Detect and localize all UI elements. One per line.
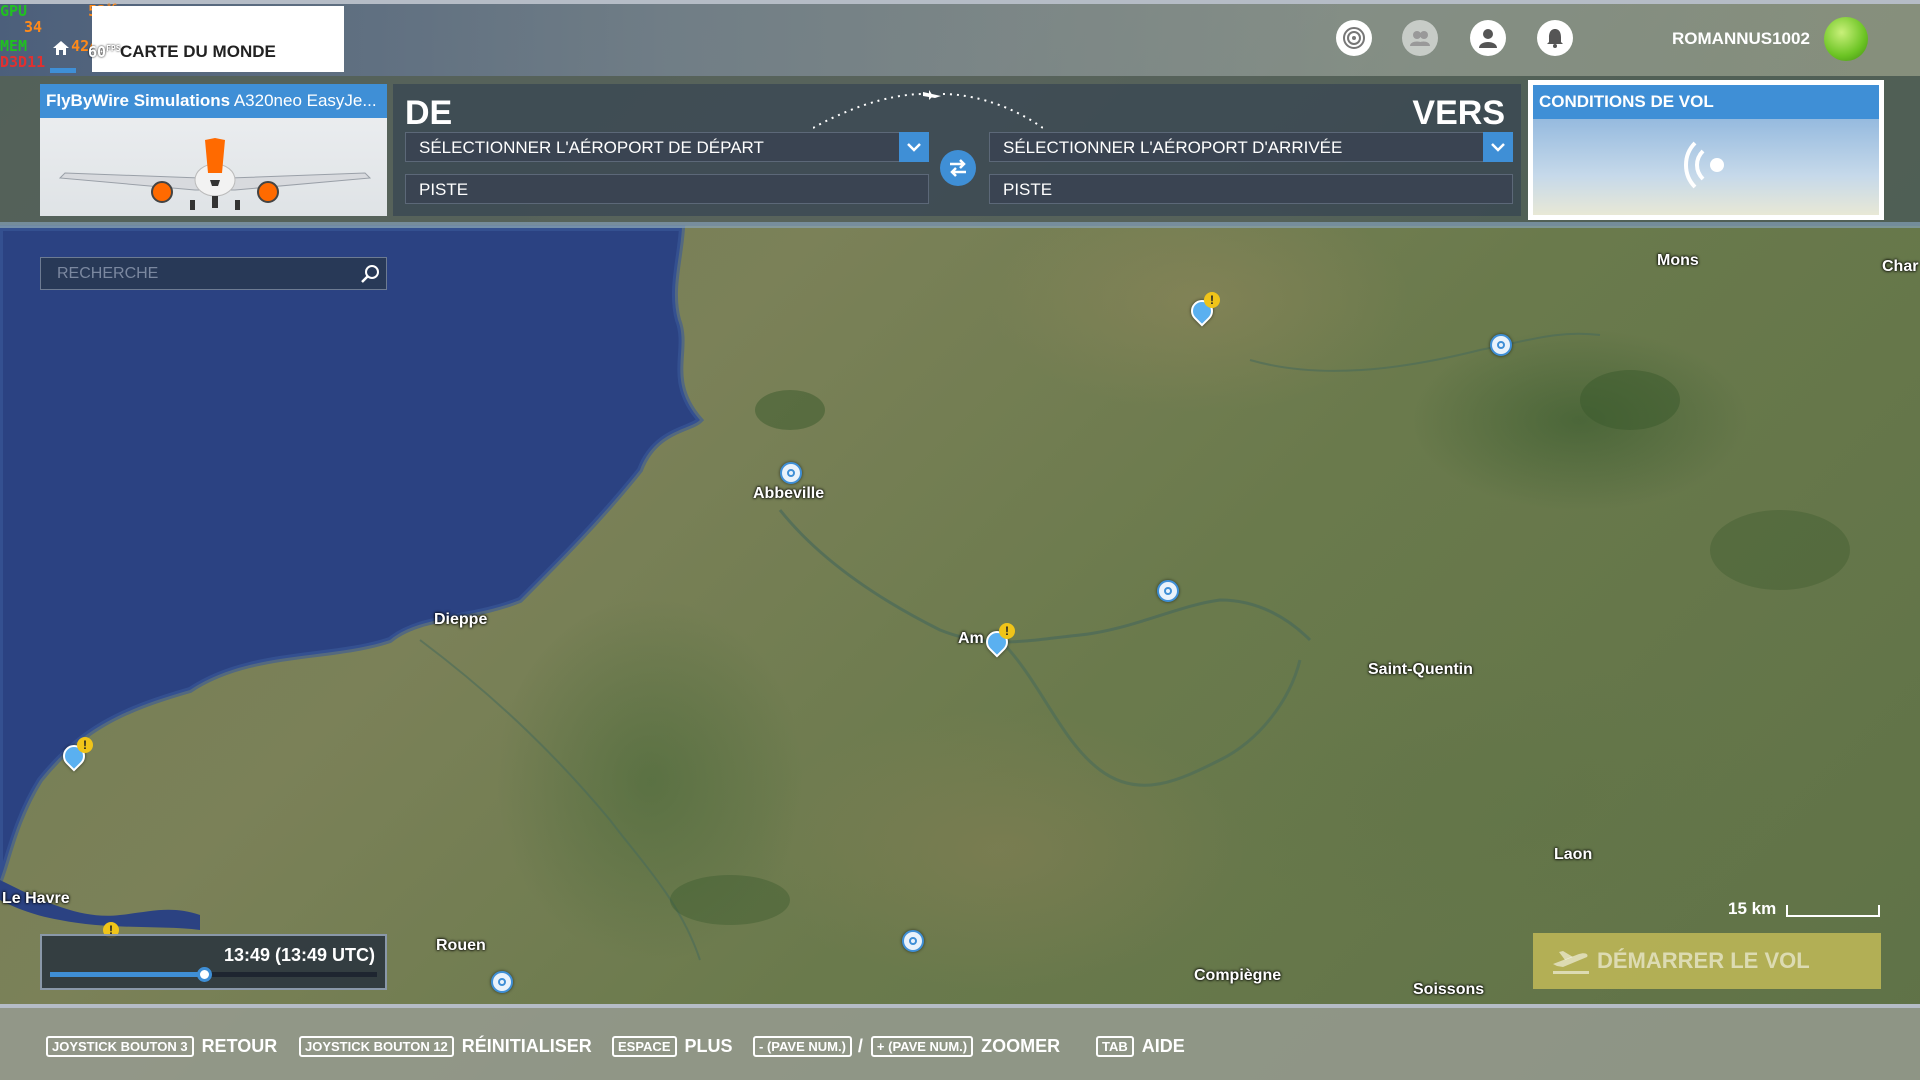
- hint-key: JOYSTICK BOUTON 3: [46, 1036, 194, 1057]
- activity-icon[interactable]: [1336, 20, 1372, 56]
- hint-zoom[interactable]: - (PAVE NUM.) / + (PAVE NUM.) ZOOMER: [753, 1036, 1060, 1057]
- hint-back[interactable]: JOYSTICK BOUTON 3 RETOUR: [46, 1036, 277, 1057]
- time-label: 13:49 (13:49 UTC): [223, 945, 375, 965]
- airport-marker-south[interactable]: [902, 930, 924, 952]
- flight-conditions-card[interactable]: CONDITIONS DE VOL: [1528, 80, 1884, 220]
- swap-arrows-icon: [950, 159, 966, 177]
- aircraft-developer: FlyByWire Simulations: [46, 91, 231, 110]
- city-label-mons: Mons: [1657, 252, 1699, 269]
- fps-value: 60: [88, 43, 107, 61]
- airport-marker-northeast[interactable]: [1490, 334, 1512, 356]
- hint-key: + (PAVE NUM.): [870, 1036, 974, 1057]
- flight-setup-divider: [0, 222, 1920, 228]
- gpu-load: 34: [24, 18, 43, 36]
- hint-key: ESPACE: [612, 1036, 677, 1057]
- aircraft-selection-card[interactable]: FlyByWire Simulations A320neo EasyJe...: [40, 84, 387, 216]
- arrival-runway-select[interactable]: PISTE: [989, 174, 1513, 204]
- time-slider-fill: [50, 972, 204, 977]
- hint-reset[interactable]: JOYSTICK BOUTON 12 RÉINITIALISER: [299, 1036, 592, 1057]
- departure-airport-value: SÉLECTIONNER L'AÉROPORT DE DÉPART: [419, 138, 764, 157]
- to-label: VERS: [1412, 94, 1505, 132]
- airplane-icon: [923, 90, 941, 100]
- city-label-rouen: Rouen: [436, 937, 486, 954]
- fps-counter: 60FPS: [88, 43, 121, 61]
- map-scale-label: 15 km: [1728, 899, 1777, 918]
- page-title: CARTE DU MONDE: [120, 42, 276, 61]
- start-flight-label: DÉMARRER LE VOL: [1597, 948, 1810, 973]
- time-slider[interactable]: [50, 967, 377, 982]
- signal-icon: [1684, 141, 1724, 189]
- swap-airports-button[interactable]: [940, 150, 976, 186]
- friends-icon[interactable]: [1402, 20, 1438, 56]
- hint-action: ZOOMER: [981, 1036, 1061, 1056]
- chevron-down-icon[interactable]: [1483, 132, 1513, 162]
- bottom-hint-bar: JOYSTICK BOUTON 3 RETOUR JOYSTICK BOUTON…: [0, 1004, 1920, 1080]
- username[interactable]: ROMANNUS1002: [1672, 29, 1810, 49]
- city-label-laon: Laon: [1554, 846, 1593, 863]
- hint-key: TAB: [1096, 1036, 1134, 1057]
- hint-action: PLUS: [684, 1036, 733, 1056]
- route-arc-decoration: [813, 90, 1043, 129]
- city-label-soissons: Soissons: [1413, 981, 1485, 998]
- time-of-day-panel: 13:49 (13:49 UTC): [40, 934, 387, 990]
- aircraft-title: FlyByWire Simulations A320neo EasyJe...: [40, 84, 387, 118]
- profile-icon[interactable]: [1470, 20, 1506, 56]
- city-label-saint-quentin: Saint-Quentin: [1368, 661, 1473, 678]
- time-slider-handle[interactable]: [196, 967, 212, 982]
- warning-badge: !: [1204, 292, 1220, 308]
- hint-help[interactable]: TAB AIDE: [1096, 1036, 1185, 1057]
- breadcrumb[interactable]: CARTE DU MONDE: [92, 6, 344, 72]
- airport-marker-rouen[interactable]: [491, 971, 513, 993]
- route-panel: DE VERS SÉLECTIONNER L'AÉROPORT DE DÉPAR…: [393, 84, 1521, 216]
- departure-airport-select[interactable]: SÉLECTIONNER L'AÉROPORT DE DÉPART: [405, 132, 929, 162]
- flight-conditions-title: CONDITIONS DE VOL: [1533, 85, 1879, 119]
- warning-badge: !: [999, 623, 1015, 639]
- city-label-le-havre: Le Havre: [2, 890, 70, 907]
- hint-action: RÉINITIALISER: [461, 1036, 592, 1056]
- city-label-abbeville: Abbeville: [753, 485, 825, 502]
- aircraft-thumbnail: [58, 138, 372, 210]
- search-box[interactable]: [40, 257, 387, 290]
- airport-marker-abbeville[interactable]: [780, 462, 802, 484]
- home-icon[interactable]: [52, 40, 70, 56]
- hint-action: RETOUR: [201, 1036, 278, 1056]
- chevron-down-icon[interactable]: [899, 132, 929, 162]
- city-label-dieppe: Dieppe: [434, 611, 488, 628]
- hint-action: AIDE: [1141, 1036, 1185, 1056]
- home-tab-indicator: [50, 68, 76, 73]
- city-label-compiegne: Compiègne: [1194, 967, 1282, 984]
- notifications-bell-icon[interactable]: [1537, 20, 1573, 56]
- api-label: D3D11: [0, 53, 46, 71]
- arrival-airport-value: SÉLECTIONNER L'AÉROPORT D'ARRIVÉE: [1003, 138, 1343, 157]
- search-icon[interactable]: [360, 264, 380, 284]
- takeoff-icon: [1553, 951, 1589, 974]
- hint-key: - (PAVE NUM.): [753, 1036, 852, 1057]
- airport-marker-east-amiens[interactable]: [1157, 580, 1179, 602]
- departure-runway-select[interactable]: PISTE: [405, 174, 929, 204]
- city-label-char: Char: [1882, 258, 1919, 275]
- warning-badge: !: [77, 737, 93, 753]
- map-scale: 15 km: [1728, 899, 1880, 919]
- search-input[interactable]: [41, 258, 341, 289]
- aircraft-model: A320neo EasyJe...: [230, 91, 377, 110]
- arrival-airport-select[interactable]: SÉLECTIONNER L'AÉROPORT D'ARRIVÉE: [989, 132, 1513, 162]
- map-scale-bar: [1786, 905, 1880, 917]
- from-label: DE: [405, 94, 453, 132]
- hint-more[interactable]: ESPACE PLUS: [612, 1036, 733, 1057]
- avatar[interactable]: [1824, 17, 1868, 61]
- hint-key: JOYSTICK BOUTON 12: [299, 1036, 454, 1057]
- start-flight-button[interactable]: DÉMARRER LE VOL: [1533, 933, 1881, 989]
- hint-separator: /: [857, 1036, 863, 1056]
- fps-unit: FPS: [106, 44, 121, 53]
